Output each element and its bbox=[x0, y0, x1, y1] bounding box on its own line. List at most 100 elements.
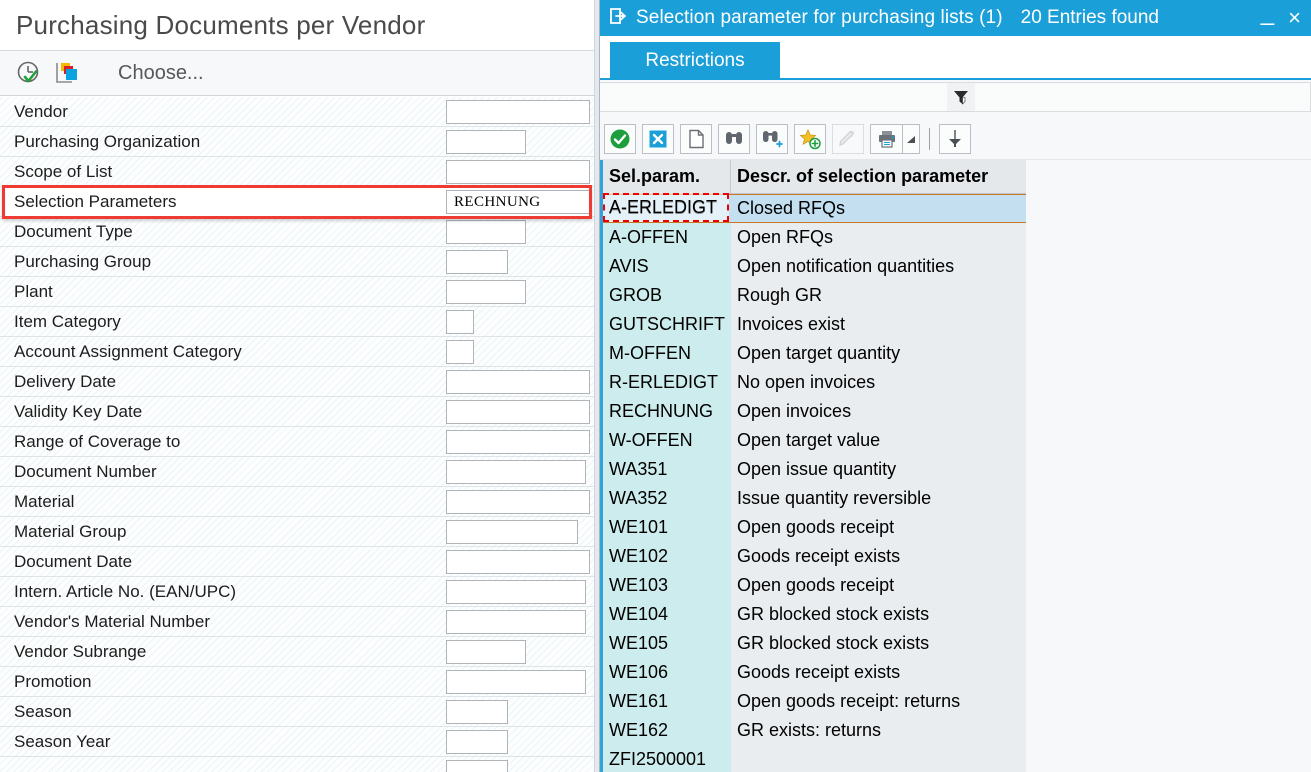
cell-sel-param[interactable]: WA352 bbox=[603, 484, 731, 513]
cell-description[interactable]: Closed RFQs bbox=[731, 195, 1026, 222]
cell-sel-param[interactable]: RECHNUNG bbox=[603, 397, 731, 426]
cell-description[interactable]: GR blocked stock exists bbox=[731, 600, 1026, 629]
table-row[interactable]: WE105 GR blocked stock exists bbox=[603, 629, 1026, 658]
cell-description[interactable]: Open issue quantity bbox=[731, 455, 1026, 484]
field-input[interactable] bbox=[446, 220, 526, 244]
field-input[interactable] bbox=[446, 100, 590, 124]
filter-funnel-icon[interactable] bbox=[947, 83, 975, 111]
cell-description[interactable]: Open target value bbox=[731, 426, 1026, 455]
cell-sel-param[interactable]: WE102 bbox=[603, 542, 731, 571]
cell-description[interactable]: Open goods receipt bbox=[731, 513, 1026, 542]
cell-description[interactable]: No open invoices bbox=[731, 368, 1026, 397]
column-header-description[interactable]: Descr. of selection parameter bbox=[731, 160, 1026, 193]
cell-sel-param[interactable]: WE161 bbox=[603, 687, 731, 716]
field-input[interactable] bbox=[446, 520, 578, 544]
table-row[interactable]: WE103 Open goods receipt bbox=[603, 571, 1026, 600]
table-row[interactable]: W-OFFEN Open target value bbox=[603, 426, 1026, 455]
cell-description[interactable]: Open RFQs bbox=[731, 223, 1026, 252]
cell-sel-param[interactable]: WA351 bbox=[603, 455, 731, 484]
cell-sel-param[interactable]: ZFI2500001 bbox=[603, 745, 731, 772]
cell-sel-param[interactable]: A-OFFEN bbox=[603, 223, 731, 252]
field-input[interactable] bbox=[446, 490, 590, 514]
table-row[interactable]: WA352 Issue quantity reversible bbox=[603, 484, 1026, 513]
cell-description[interactable]: Rough GR bbox=[731, 281, 1026, 310]
field-input[interactable] bbox=[446, 580, 586, 604]
field-input[interactable] bbox=[446, 160, 590, 184]
close-icon[interactable]: × bbox=[1288, 7, 1301, 29]
field-input[interactable] bbox=[446, 760, 508, 772]
table-row[interactable]: GROB Rough GR bbox=[603, 281, 1026, 310]
cell-sel-param[interactable]: M-OFFEN bbox=[603, 339, 731, 368]
tab-restrictions[interactable]: Restrictions bbox=[610, 42, 780, 80]
table-row[interactable]: WE102 Goods receipt exists bbox=[603, 542, 1026, 571]
cell-sel-param[interactable]: GUTSCHRIFT bbox=[603, 310, 731, 339]
field-input[interactable]: RECHNUNG bbox=[446, 190, 590, 214]
cell-description[interactable] bbox=[731, 745, 1026, 772]
field-input[interactable] bbox=[446, 700, 508, 724]
table-row[interactable]: AVIS Open notification quantities bbox=[603, 252, 1026, 281]
filter-button[interactable] bbox=[939, 123, 971, 154]
add-favorite-button[interactable] bbox=[794, 123, 826, 154]
cell-description[interactable]: Goods receipt exists bbox=[731, 542, 1026, 571]
field-input[interactable] bbox=[446, 730, 508, 754]
table-row[interactable]: A-OFFEN Open RFQs bbox=[603, 223, 1026, 252]
field-input[interactable] bbox=[446, 370, 590, 394]
table-row[interactable]: R-ERLEDIGT No open invoices bbox=[603, 368, 1026, 397]
cell-description[interactable]: Open notification quantities bbox=[731, 252, 1026, 281]
field-input[interactable] bbox=[446, 670, 586, 694]
cell-sel-param[interactable]: W-OFFEN bbox=[603, 426, 731, 455]
cell-sel-param[interactable]: AVIS bbox=[603, 252, 731, 281]
field-input[interactable] bbox=[446, 280, 526, 304]
new-entry-button[interactable] bbox=[680, 123, 712, 154]
find-next-button[interactable] bbox=[756, 123, 788, 154]
field-input[interactable] bbox=[446, 610, 586, 634]
find-button[interactable] bbox=[718, 123, 750, 154]
color-layers-icon[interactable] bbox=[52, 58, 82, 88]
cell-description[interactable]: Goods receipt exists bbox=[731, 658, 1026, 687]
field-input[interactable] bbox=[446, 400, 590, 424]
table-row[interactable]: GUTSCHRIFT Invoices exist bbox=[603, 310, 1026, 339]
cell-sel-param[interactable]: WE106 bbox=[603, 658, 731, 687]
confirm-button[interactable] bbox=[604, 123, 636, 154]
cancel-button[interactable] bbox=[642, 123, 674, 154]
cell-sel-param[interactable]: R-ERLEDIGT bbox=[603, 368, 731, 397]
table-row[interactable]: WE161 Open goods receipt: returns bbox=[603, 687, 1026, 716]
cell-description[interactable]: Open invoices bbox=[731, 397, 1026, 426]
field-input[interactable] bbox=[446, 130, 526, 154]
table-row[interactable]: WE106 Goods receipt exists bbox=[603, 658, 1026, 687]
cell-sel-param[interactable]: WE105 bbox=[603, 629, 731, 658]
field-input[interactable] bbox=[446, 340, 474, 364]
cell-description[interactable]: Issue quantity reversible bbox=[731, 484, 1026, 513]
cell-description[interactable]: Open goods receipt bbox=[731, 571, 1026, 600]
minimize-button[interactable]: _ bbox=[1261, 1, 1274, 25]
cell-description[interactable]: Open goods receipt: returns bbox=[731, 687, 1026, 716]
table-row[interactable]: M-OFFEN Open target quantity bbox=[603, 339, 1026, 368]
cell-description[interactable]: GR blocked stock exists bbox=[731, 629, 1026, 658]
table-row[interactable]: RECHNUNG Open invoices bbox=[603, 397, 1026, 426]
field-input[interactable] bbox=[446, 430, 590, 454]
cell-description[interactable]: Open target quantity bbox=[731, 339, 1026, 368]
cell-sel-param[interactable]: WE104 bbox=[603, 600, 731, 629]
clock-check-icon[interactable] bbox=[14, 58, 44, 88]
cell-sel-param[interactable]: WE162 bbox=[603, 716, 731, 745]
focused-cell[interactable]: A-ERLEDIGT bbox=[603, 193, 729, 222]
table-row[interactable]: WA351 Open issue quantity bbox=[603, 455, 1026, 484]
print-menu-button[interactable] bbox=[902, 123, 920, 154]
table-row[interactable]: ZFI2500001 bbox=[603, 745, 1026, 772]
cell-sel-param[interactable]: WE101 bbox=[603, 513, 731, 542]
print-button[interactable] bbox=[870, 123, 902, 154]
field-input[interactable] bbox=[446, 250, 508, 274]
choose-label[interactable]: Choose... bbox=[118, 62, 204, 85]
cell-description[interactable]: GR exists: returns bbox=[731, 716, 1026, 745]
cell-sel-param[interactable]: GROB bbox=[603, 281, 731, 310]
cell-sel-param[interactable]: WE103 bbox=[603, 571, 731, 600]
table-row[interactable]: WE104 GR blocked stock exists bbox=[603, 600, 1026, 629]
column-header-sel-param[interactable]: Sel.param. bbox=[603, 160, 731, 193]
table-row[interactable]: WE101 Open goods receipt bbox=[603, 513, 1026, 542]
cell-description[interactable]: Invoices exist bbox=[731, 310, 1026, 339]
field-input[interactable] bbox=[446, 640, 526, 664]
field-input[interactable] bbox=[446, 310, 474, 334]
table-row[interactable]: WE162 GR exists: returns bbox=[603, 716, 1026, 745]
field-input[interactable] bbox=[446, 460, 586, 484]
field-input[interactable] bbox=[446, 550, 590, 574]
